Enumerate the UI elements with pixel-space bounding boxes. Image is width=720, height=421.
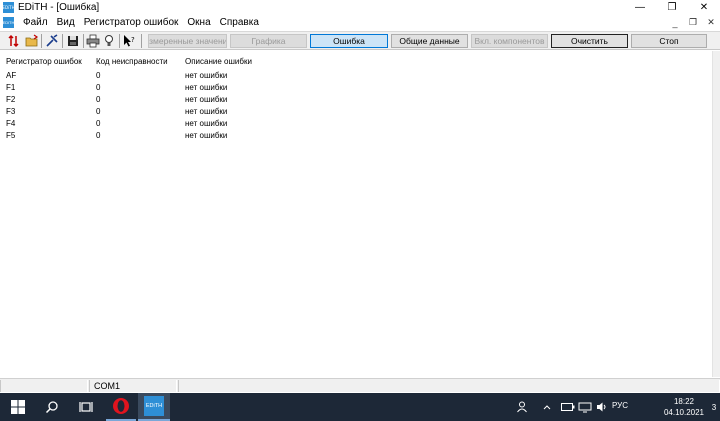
register-cell: F3	[6, 107, 16, 116]
volume-icon[interactable]	[594, 393, 610, 421]
clock-time: 18:22	[673, 397, 694, 406]
menu-bar: EDiTH Файл Вид Регистратор ошибок Окна С…	[0, 15, 720, 30]
menu-view[interactable]: Вид	[57, 17, 75, 28]
description-cell: нет ошибки	[185, 107, 228, 116]
description-cell: нет ошибки	[185, 131, 228, 140]
svg-text:?: ?	[131, 36, 135, 44]
toolbar: ? Измеренные значения Графика Ошибка Общ…	[0, 31, 720, 50]
column-header-register: Регистратор ошибок	[6, 57, 82, 66]
opera-icon[interactable]	[106, 393, 136, 421]
save-icon[interactable]	[66, 34, 80, 48]
code-cell: 0	[96, 95, 101, 104]
window-title: EDiTH - [Ошибка]	[18, 2, 100, 13]
title-bar: EDiTH EDiTH - [Ошибка] — ❐ ✕	[0, 0, 720, 15]
print-icon[interactable]	[86, 34, 100, 48]
components-on-button[interactable]: Вкл. компонентов	[471, 34, 548, 48]
status-cell-empty	[178, 380, 720, 392]
close-button[interactable]: ✕	[688, 0, 720, 15]
code-cell: 0	[96, 131, 101, 140]
notification-icon[interactable]: 3	[708, 401, 720, 413]
graphics-button[interactable]: Графика	[230, 34, 307, 48]
hint-icon[interactable]	[102, 34, 116, 48]
tools-icon[interactable]	[45, 34, 59, 48]
people-icon[interactable]	[514, 393, 530, 421]
description-cell: нет ошибки	[185, 71, 228, 80]
edith-taskbar-button[interactable]: EDiTH	[138, 393, 170, 421]
menu-file[interactable]: Файл	[23, 17, 48, 28]
register-cell: AF	[6, 71, 17, 80]
mdi-close-button[interactable]: ✕	[702, 15, 720, 30]
app-icon[interactable]: EDiTH	[2, 2, 15, 13]
menu-help[interactable]: Справка	[220, 17, 259, 28]
mdi-restore-button[interactable]: ❐	[684, 15, 702, 30]
connect-icon[interactable]	[8, 34, 22, 48]
network-icon[interactable]	[577, 393, 593, 421]
clock[interactable]: 18:22 04.10.2021	[664, 396, 704, 418]
menu-fault-recorder[interactable]: Регистратор ошибок	[84, 17, 179, 28]
description-cell: нет ошибки	[185, 83, 228, 92]
document-icon[interactable]: EDiTH	[3, 17, 14, 28]
code-cell: 0	[96, 71, 101, 80]
measured-values-button[interactable]: Измеренные значения	[148, 34, 227, 48]
code-cell: 0	[96, 119, 101, 128]
search-icon[interactable]	[36, 393, 68, 421]
menu-windows[interactable]: Окна	[187, 17, 210, 28]
stop-button[interactable]: Стоп	[631, 34, 707, 48]
status-bar: COM1	[0, 378, 720, 392]
clear-button[interactable]: Очистить	[551, 34, 628, 48]
column-header-code: Код неисправности	[96, 57, 168, 66]
error-button[interactable]: Ошибка	[310, 34, 388, 48]
battery-icon[interactable]	[560, 393, 576, 421]
description-cell: нет ошибки	[185, 95, 228, 104]
description-cell: нет ошибки	[185, 119, 228, 128]
status-port: COM1	[89, 380, 177, 392]
language-indicator[interactable]: РУС	[612, 401, 628, 410]
register-cell: F5	[6, 131, 16, 140]
code-cell: 0	[96, 83, 101, 92]
minimize-button[interactable]: —	[624, 0, 656, 15]
general-data-button[interactable]: Общие данные	[391, 34, 468, 48]
status-cell-empty	[0, 380, 88, 392]
chevron-up-icon[interactable]	[540, 393, 554, 421]
register-cell: F4	[6, 119, 16, 128]
open-folder-icon[interactable]	[25, 34, 39, 48]
register-cell: F1	[6, 83, 16, 92]
register-cell: F2	[6, 95, 16, 104]
help-cursor-icon[interactable]: ?	[122, 34, 136, 48]
code-cell: 0	[96, 107, 101, 116]
mdi-minimize-button[interactable]: _	[666, 15, 684, 30]
taskbar: EDiTH РУС 18:22 04.10.2021 3	[0, 393, 720, 421]
edith-app-icon: EDiTH	[144, 396, 164, 416]
windows-start-icon[interactable]	[0, 393, 36, 421]
maximize-button[interactable]: ❐	[656, 0, 688, 15]
column-header-description: Описание ошибки	[185, 57, 252, 66]
vertical-scrollbar[interactable]	[712, 51, 720, 377]
error-table: Регистратор ошибок Код неисправности Опи…	[0, 51, 712, 377]
clock-date: 04.10.2021	[663, 408, 704, 417]
task-view-icon[interactable]	[70, 393, 102, 421]
